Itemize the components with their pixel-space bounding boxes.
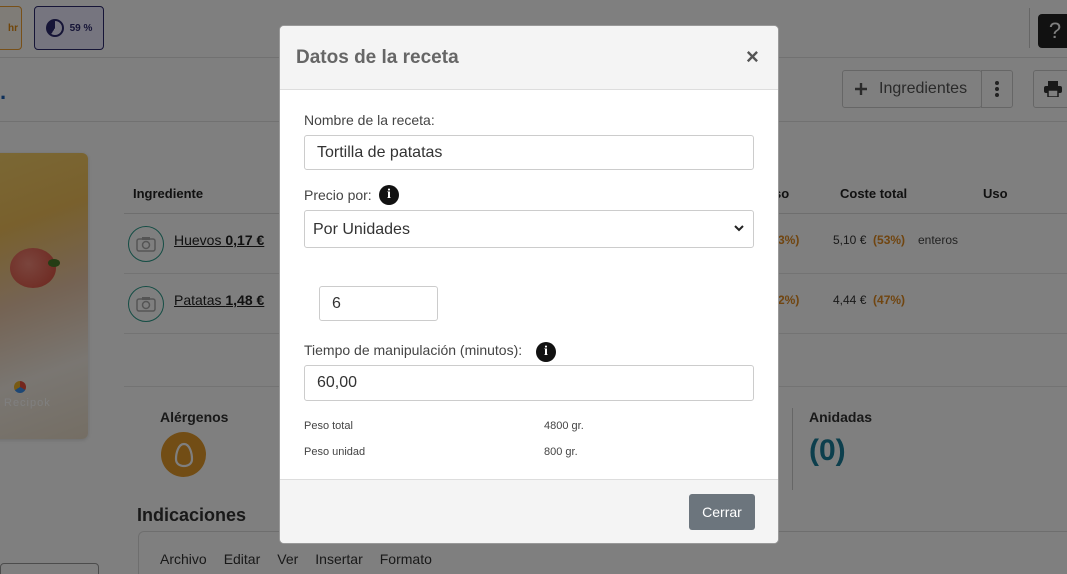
handling-time-label: Tiempo de manipulación (minutos): bbox=[304, 342, 523, 358]
price-by-selected: Por Unidades bbox=[313, 221, 410, 238]
total-weight-label: Peso total bbox=[304, 420, 353, 432]
units-input[interactable] bbox=[319, 286, 438, 321]
unit-weight-value: 800 gr. bbox=[544, 446, 578, 458]
modal-title: Datos de la receta bbox=[296, 47, 459, 68]
modal-footer: Cerrar bbox=[280, 479, 778, 543]
recipe-name-label: Nombre de la receta: bbox=[304, 112, 435, 128]
recipe-name-input[interactable] bbox=[304, 135, 754, 170]
handling-time-input[interactable] bbox=[304, 365, 754, 401]
modal-header: Datos de la receta × bbox=[280, 26, 778, 90]
close-button[interactable]: Cerrar bbox=[689, 494, 755, 530]
info-icon[interactable]: i bbox=[536, 342, 556, 362]
recipe-data-modal: Datos de la receta × Nombre de la receta… bbox=[279, 25, 779, 544]
info-icon[interactable]: i bbox=[379, 185, 399, 205]
price-by-label: Precio por: bbox=[304, 187, 372, 203]
chevron-down-icon bbox=[734, 225, 744, 232]
price-by-select[interactable]: Por Unidades bbox=[304, 210, 754, 248]
unit-weight-label: Peso unidad bbox=[304, 446, 366, 458]
close-icon[interactable]: × bbox=[746, 44, 759, 70]
total-weight-value: 4800 gr. bbox=[544, 420, 584, 432]
